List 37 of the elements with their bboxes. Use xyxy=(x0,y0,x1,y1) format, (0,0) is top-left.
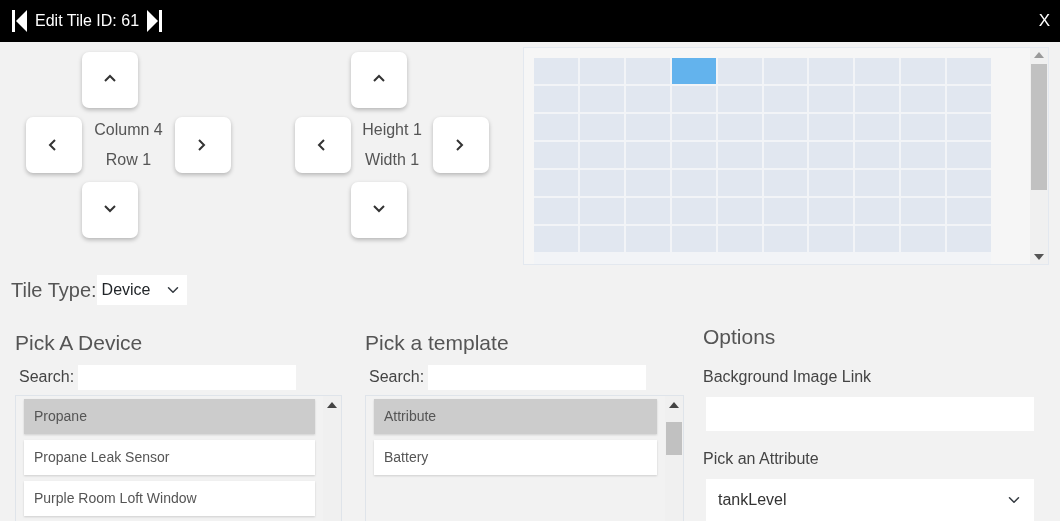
list-item[interactable]: Purple Room Loft Window xyxy=(24,480,315,516)
search-label: Search: xyxy=(369,367,425,387)
scroll-down-icon[interactable] xyxy=(1034,254,1044,260)
field-label: Pick an Attribute xyxy=(703,448,820,469)
arrow-up-button[interactable] xyxy=(351,52,407,108)
skip-next-icon[interactable] xyxy=(147,10,163,32)
tile-type-select[interactable]: Device xyxy=(96,275,187,305)
section-title: Options xyxy=(703,324,777,350)
arrow-right-button[interactable] xyxy=(175,117,231,173)
list-item[interactable]: Propane Leak Sensor xyxy=(24,439,315,475)
list-item[interactable]: Battery xyxy=(374,439,657,475)
search-label: Search: xyxy=(19,367,75,387)
arrow-down-button[interactable] xyxy=(82,182,138,238)
scroll-up-icon[interactable] xyxy=(327,401,337,408)
pad-label: Column 4 xyxy=(94,120,163,140)
arrow-up-button[interactable] xyxy=(82,52,138,108)
field-label: Background Image Link xyxy=(703,366,873,387)
arrow-left-button[interactable] xyxy=(295,117,351,173)
attribute-select[interactable]: tankLevel xyxy=(706,478,1034,521)
scroll-up-icon[interactable] xyxy=(669,401,679,408)
dialog-title: Edit Tile ID: 61 xyxy=(35,11,140,31)
skip-previous-icon[interactable] xyxy=(12,10,27,32)
section-title: Pick A Device xyxy=(15,330,144,356)
arrow-down-button[interactable] xyxy=(351,182,407,238)
pad-label: Height 1 xyxy=(362,120,422,140)
close-button[interactable]: X xyxy=(1038,8,1050,34)
pad-label: Row 1 xyxy=(105,150,152,170)
arrow-right-button[interactable] xyxy=(433,117,489,173)
grid-cell[interactable] xyxy=(717,58,762,84)
pad-label: Width 1 xyxy=(364,150,420,170)
section-title: Pick a template xyxy=(365,330,510,356)
list-item[interactable]: Propane xyxy=(24,398,315,434)
scrollbar[interactable] xyxy=(1030,48,1048,264)
selected-grid-cell[interactable] xyxy=(671,58,716,84)
arrow-left-button[interactable] xyxy=(26,117,82,173)
tile-type-label: Tile Type: xyxy=(11,278,97,303)
list-item[interactable]: Attribute xyxy=(374,398,657,434)
